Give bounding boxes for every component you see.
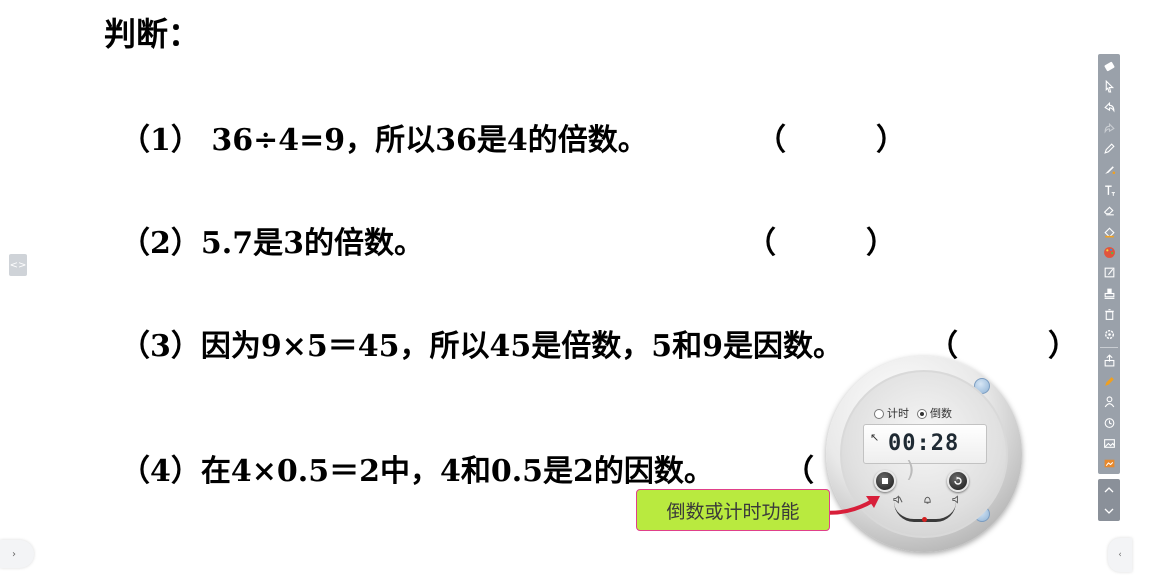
dial-arc-icon: ) [906,458,915,483]
question-3: （3）因为9×5＝45，所以45是倍数，5和9是因数。 （ ） [120,329,1078,364]
edit-icon[interactable] [1099,263,1119,284]
answer-blank[interactable]: （ [784,457,814,487]
answer-blank[interactable]: （ ） [746,229,896,259]
undo-icon[interactable] [1099,97,1119,118]
mode-option-stopwatch[interactable]: 计时 [874,405,909,421]
question-2: （2）5.7是3的倍数。 （ ） [120,226,896,261]
cursor-icon: ↖ [870,431,880,444]
reset-button[interactable] [947,470,969,492]
toolbar-divider [1100,347,1118,349]
screenshot-icon[interactable] [1099,453,1119,474]
text-icon[interactable] [1099,180,1119,201]
user-icon[interactable] [1099,392,1119,413]
export-icon[interactable] [1099,350,1119,371]
pencil-icon[interactable] [1099,371,1119,392]
radio-selected-icon[interactable] [917,409,927,419]
chevron-up-icon[interactable] [1103,484,1115,496]
question-text: （1） 36÷4=9，所以36是4的倍数。 [120,123,648,158]
timer-time: 00:28 [888,431,960,456]
question-text: （4）在4×0.5＝2中，4和0.5是2的因数。 [120,454,714,489]
question-1: （1） 36÷4=9，所以36是4的倍数。 （ ） [120,123,906,158]
chevron-down-icon[interactable] [1103,505,1115,517]
cursor-icon[interactable] [1099,77,1119,98]
image-icon[interactable] [1099,433,1119,454]
prev-page-tab[interactable]: › [0,540,34,568]
radio-icon[interactable] [874,409,884,419]
next-page-tab[interactable]: ‹ [1108,538,1132,572]
question-text: （2）5.7是3的倍数。 [120,226,424,261]
fill-icon[interactable] [1099,221,1119,242]
redo-icon[interactable] [1099,118,1119,139]
settings-icon[interactable] [1099,325,1119,346]
question-text: （3）因为9×5＝45，所以45是倍数，5和9是因数。 [120,329,844,364]
timer-mode-selector: 计时 倒数 [874,405,952,421]
timer-display: ↖ 00:28 [863,424,987,464]
trash-icon[interactable] [1099,304,1119,325]
reset-icon [954,476,962,485]
answer-blank[interactable]: （ ） [756,126,906,156]
stop-button[interactable] [874,470,896,492]
palette-icon[interactable] [1099,242,1119,263]
stop-icon [882,478,888,484]
annotation-toolbar [1098,54,1120,474]
stamp-icon[interactable] [1099,283,1119,304]
eraser-icon[interactable] [1099,201,1119,222]
dial-marker [922,517,927,522]
question-4: （4）在4×0.5＝2中，4和0.5是2的因数。 （ [120,454,814,489]
feature-callout: 倒数或计时功能 [636,489,830,531]
page-scroll-control [1098,479,1120,521]
eraser-icon[interactable] [1099,56,1119,77]
highlighter-icon[interactable] [1099,159,1119,180]
mode-option-countdown[interactable]: 倒数 [917,405,952,421]
pen-icon[interactable] [1099,139,1119,160]
page-title: 判断： [104,15,201,53]
answer-blank[interactable]: （ ） [928,332,1078,362]
timer-icon[interactable] [1099,412,1119,433]
left-panel-toggle[interactable]: <> [9,254,27,276]
